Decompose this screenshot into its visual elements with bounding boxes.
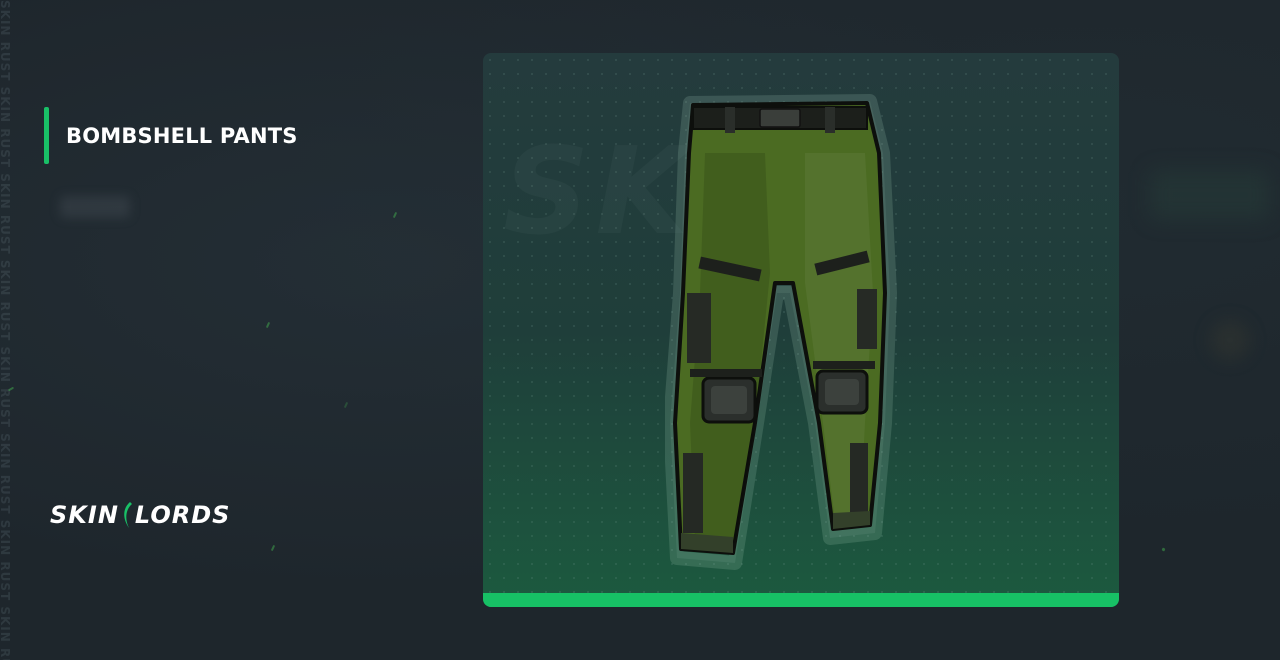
green-speck bbox=[270, 544, 276, 552]
logo-text-left: SKIN bbox=[50, 501, 119, 529]
skinlords-logo: SKIN LORDS bbox=[50, 500, 230, 530]
logo-swoosh-icon bbox=[124, 502, 132, 528]
item-title: BOMBSHELL PANTS bbox=[66, 123, 298, 148]
blurred-background-element bbox=[1210, 320, 1250, 360]
logo-text-right: LORDS bbox=[134, 501, 231, 529]
green-speck bbox=[1161, 547, 1166, 552]
blurred-background-element bbox=[1150, 170, 1270, 220]
item-title-block: BOMBSHELL PANTS bbox=[44, 107, 298, 164]
item-showcase-card: SKIN bbox=[483, 53, 1119, 607]
green-armored-pants-image bbox=[665, 94, 897, 570]
page-stage: SKIN RUST SKIN RUST SKIN RUST SKIN RUST … bbox=[0, 0, 1280, 660]
title-accent-bar bbox=[44, 107, 49, 164]
green-speck bbox=[265, 321, 271, 329]
green-speck bbox=[392, 211, 398, 219]
green-speck bbox=[343, 401, 349, 409]
blurred-price-placeholder bbox=[60, 196, 130, 218]
side-watermark: SKIN RUST SKIN RUST SKIN RUST SKIN RUST … bbox=[0, 0, 20, 660]
rarity-accent-bar bbox=[483, 593, 1119, 607]
side-watermark-text: SKIN RUST SKIN RUST SKIN RUST SKIN RUST … bbox=[0, 0, 12, 660]
